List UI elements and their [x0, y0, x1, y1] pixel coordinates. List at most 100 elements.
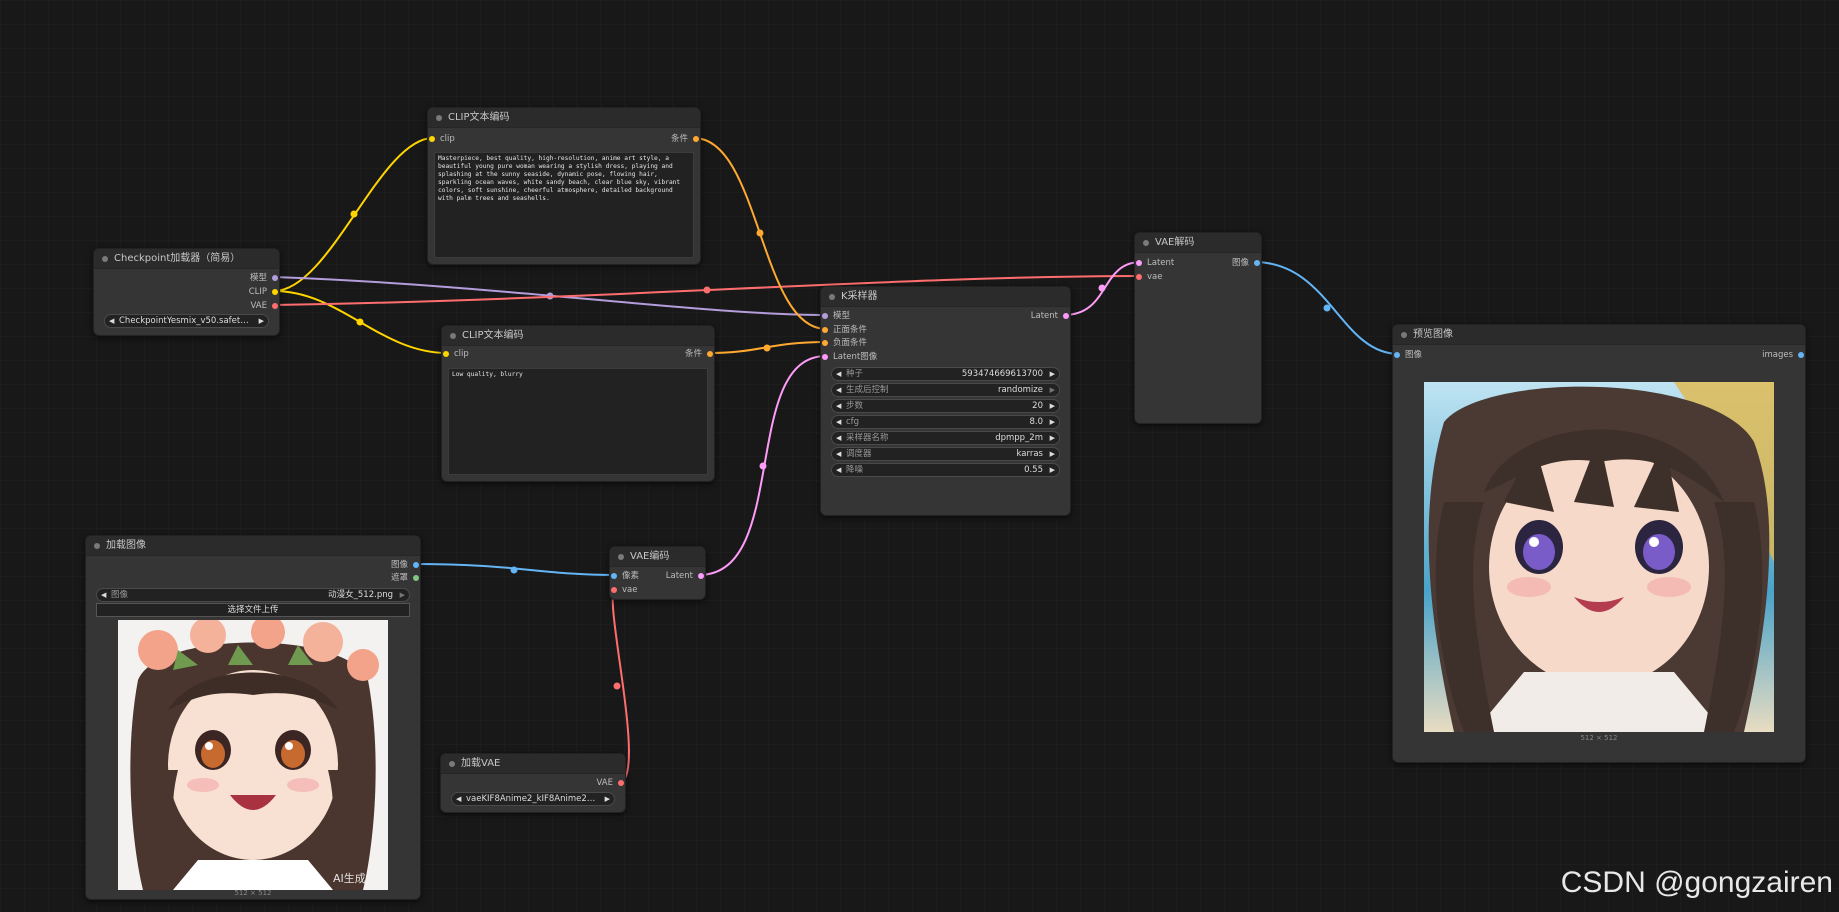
output-slot-latent[interactable]: Latent [1031, 310, 1070, 322]
slot-pin-icon[interactable] [1063, 313, 1069, 319]
node-vae-decode[interactable]: VAE解码 Latent vae 图像 [1134, 232, 1262, 424]
input-slot-pixels[interactable]: 像素 [610, 570, 639, 582]
input-slot-negative[interactable]: 负面条件 [821, 337, 867, 349]
node-title[interactable]: 加载图像 [86, 536, 420, 556]
node-title[interactable]: CLIP文本编码 [442, 326, 714, 346]
ckpt-name-combo[interactable]: ◀ CheckpointYesmix_v50.safeten ... ▶ [104, 314, 269, 328]
node-title[interactable]: VAE编码 [610, 547, 705, 567]
prompt-textarea[interactable]: Masterpiece, best quality, high-resoluti… [434, 152, 694, 258]
node-ksampler[interactable]: K采样器 模型 正面条件 负面条件 Latent图像 Latent ◀ 种子 593… [820, 286, 1071, 516]
collapse-dot-icon[interactable] [94, 543, 100, 549]
input-slot-clip[interactable]: clip [442, 348, 469, 360]
arrow-right-icon[interactable]: ▶ [1050, 416, 1055, 428]
image-combo[interactable]: ◀ 图像 动漫女_512.png ▶ [96, 588, 410, 602]
sampler-name-widget[interactable]: ◀ 采样器名称 dpmpp_2m ▶ [831, 431, 1060, 445]
output-slot-latent[interactable]: Latent [666, 570, 705, 582]
slot-pin-icon[interactable] [1136, 274, 1142, 280]
arrow-right-icon[interactable]: ▶ [605, 793, 610, 805]
prompt-textarea[interactable]: Low quality, blurry [448, 368, 708, 475]
arrow-right-icon[interactable]: ▶ [1050, 464, 1055, 476]
node-title[interactable]: Checkpoint加载器（简易） [94, 249, 279, 269]
arrow-right-icon[interactable]: ▶ [1050, 400, 1055, 412]
input-slot-vae[interactable]: vae [610, 584, 637, 596]
input-slot-clip[interactable]: clip [428, 133, 455, 145]
input-slot-vae[interactable]: vae [1135, 271, 1162, 283]
collapse-dot-icon[interactable] [436, 115, 442, 121]
arrow-left-icon[interactable]: ◀ [836, 448, 841, 460]
collapse-dot-icon[interactable] [450, 333, 456, 339]
slot-pin-icon[interactable] [822, 340, 828, 346]
collapse-dot-icon[interactable] [1143, 240, 1149, 246]
slot-pin-icon[interactable] [611, 587, 617, 593]
output-slot-image[interactable]: 图像 [391, 559, 420, 571]
slot-pin-icon[interactable] [413, 575, 419, 581]
input-slot-image[interactable]: 图像 [1393, 349, 1422, 361]
slot-pin-icon[interactable] [707, 351, 713, 357]
input-slot-model[interactable]: 模型 [821, 310, 850, 322]
loaded-image[interactable]: AI生成 [118, 620, 388, 890]
arrow-right-icon[interactable]: ▶ [259, 315, 264, 327]
slot-pin-icon[interactable] [429, 136, 435, 142]
collapse-dot-icon[interactable] [829, 294, 835, 300]
slot-pin-icon[interactable] [443, 351, 449, 357]
slot-pin-icon[interactable] [272, 289, 278, 295]
node-title[interactable]: 加载VAE [441, 754, 625, 774]
output-slot-conditioning[interactable]: 条件 [671, 133, 700, 145]
node-clip-text-encode-negative[interactable]: CLIP文本编码 clip 条件 Low quality, blurry [441, 325, 715, 482]
output-slot-images[interactable]: images [1762, 349, 1805, 361]
arrow-left-icon[interactable]: ◀ [101, 589, 106, 601]
seed-widget[interactable]: ◀ 种子 593474669613700 ▶ [831, 367, 1060, 381]
node-vae-encode[interactable]: VAE编码 像素 vae Latent [609, 546, 706, 600]
arrow-right-icon[interactable]: ▶ [1050, 448, 1055, 460]
collapse-dot-icon[interactable] [449, 761, 455, 767]
output-slot-vae[interactable]: VAE [597, 777, 625, 789]
collapse-dot-icon[interactable] [1401, 332, 1407, 338]
node-checkpoint-loader[interactable]: Checkpoint加载器（简易） 模型 CLIP VAE ◀ Checkpoi… [93, 248, 280, 336]
slot-pin-icon[interactable] [822, 313, 828, 319]
arrow-right-icon[interactable]: ▶ [1050, 368, 1055, 380]
slot-pin-icon[interactable] [1136, 260, 1142, 266]
input-slot-latent[interactable]: Latent [1135, 257, 1174, 269]
node-clip-text-encode-positive[interactable]: CLIP文本编码 clip 条件 Masterpiece, best quali… [427, 107, 701, 265]
output-slot-vae[interactable]: VAE [251, 300, 279, 312]
arrow-left-icon[interactable]: ◀ [836, 464, 841, 476]
slot-pin-icon[interactable] [1394, 352, 1400, 358]
node-title[interactable]: K采样器 [821, 287, 1070, 307]
vae-name-combo[interactable]: ◀ vaeKIF8Anime2_kIF8Anime2V ... ▶ [451, 792, 615, 806]
slot-pin-icon[interactable] [272, 275, 278, 281]
arrow-left-icon[interactable]: ◀ [836, 368, 841, 380]
slot-pin-icon[interactable] [822, 354, 828, 360]
arrow-left-icon[interactable]: ◀ [109, 315, 114, 327]
arrow-right-icon[interactable]: ▶ [1050, 384, 1055, 396]
node-title[interactable]: 预览图像 [1393, 325, 1805, 345]
slot-pin-icon[interactable] [272, 303, 278, 309]
input-slot-latent-image[interactable]: Latent图像 [821, 351, 877, 363]
arrow-right-icon[interactable]: ▶ [400, 589, 405, 601]
upload-file-button[interactable]: 选择文件上传 [96, 603, 410, 617]
slot-pin-icon[interactable] [1798, 352, 1804, 358]
slot-pin-icon[interactable] [413, 562, 419, 568]
arrow-left-icon[interactable]: ◀ [836, 432, 841, 444]
input-slot-positive[interactable]: 正面条件 [821, 324, 867, 336]
scheduler-widget[interactable]: ◀ 调度器 karras ▶ [831, 447, 1060, 461]
node-load-vae[interactable]: 加载VAE VAE ◀ vaeKIF8Anime2_kIF8Anime2V ..… [440, 753, 626, 813]
slot-pin-icon[interactable] [611, 573, 617, 579]
node-title[interactable]: VAE解码 [1135, 233, 1261, 253]
output-slot-image[interactable]: 图像 [1232, 257, 1261, 269]
slot-pin-icon[interactable] [698, 573, 704, 579]
arrow-left-icon[interactable]: ◀ [836, 416, 841, 428]
arrow-left-icon[interactable]: ◀ [456, 793, 461, 805]
slot-pin-icon[interactable] [693, 136, 699, 142]
arrow-left-icon[interactable]: ◀ [836, 384, 841, 396]
collapse-dot-icon[interactable] [618, 554, 624, 560]
output-slot-conditioning[interactable]: 条件 [685, 348, 714, 360]
node-preview-image[interactable]: 预览图像 图像 images 512 × 512 [1392, 324, 1806, 763]
node-load-image[interactable]: 加载图像 图像 遮罩 ◀ 图像 动漫女_512.png ▶ 选择文件上传 AI生… [85, 535, 421, 900]
control-after-generate-widget[interactable]: ◀ 生成后控制 randomize ▶ [831, 383, 1060, 397]
slot-pin-icon[interactable] [1254, 260, 1260, 266]
denoise-widget[interactable]: ◀ 降噪 0.55 ▶ [831, 463, 1060, 477]
arrow-right-icon[interactable]: ▶ [1050, 432, 1055, 444]
slot-pin-icon[interactable] [822, 327, 828, 333]
cfg-widget[interactable]: ◀ cfg 8.0 ▶ [831, 415, 1060, 429]
output-slot-mask[interactable]: 遮罩 [391, 572, 420, 584]
